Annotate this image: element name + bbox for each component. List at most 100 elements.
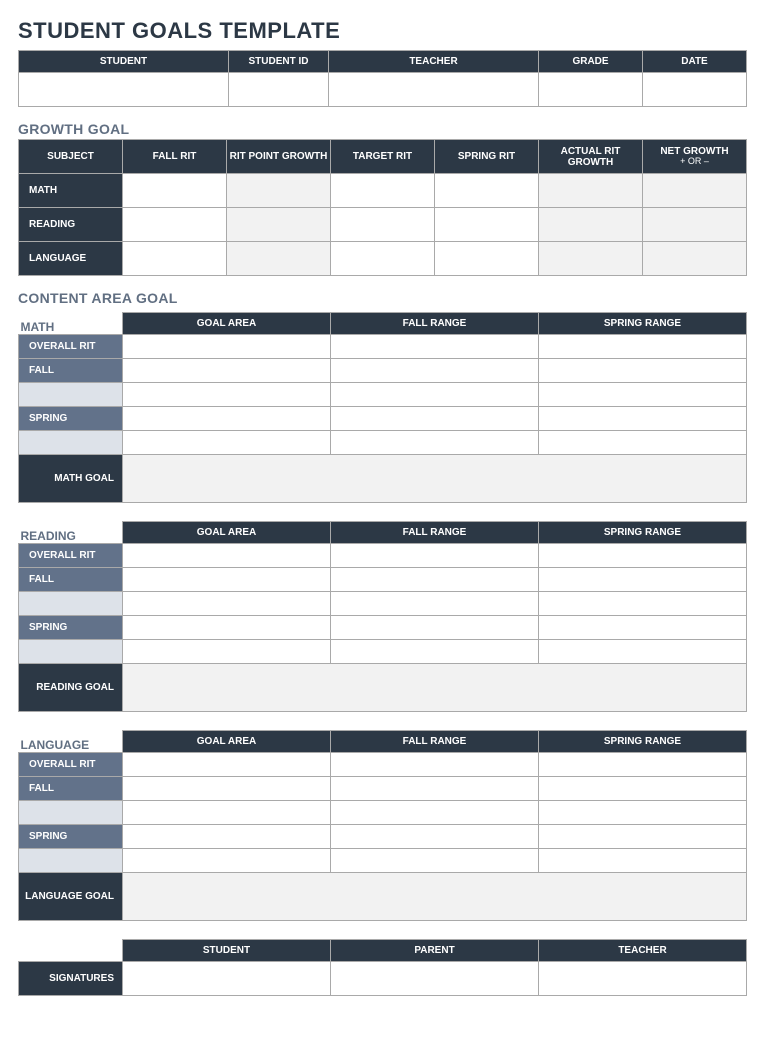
content-goal-cell-language[interactable] [123, 873, 747, 921]
growth-header-spring-rit: SPRING RIT [435, 140, 539, 174]
growth-reading-net-growth[interactable] [643, 208, 747, 242]
content-goal-cell-reading[interactable] [123, 664, 747, 712]
content-rowhead-math-overall: OVERALL RIT [19, 335, 123, 359]
content-row-reading-spring-blank [19, 640, 747, 664]
growth-header-net-growth: NET GROWTH + OR – [643, 140, 747, 174]
growth-reading-target-rit[interactable] [331, 208, 435, 242]
growth-math-fall-rit[interactable] [123, 174, 227, 208]
growth-reading-spring-rit[interactable] [435, 208, 539, 242]
student-input[interactable] [19, 73, 229, 107]
growth-reading-rit-point-growth[interactable] [227, 208, 331, 242]
growth-reading-actual-rit-growth[interactable] [539, 208, 643, 242]
content-cell-language-overall-2[interactable] [539, 753, 747, 777]
content-header-math-0: GOAL AREA [123, 313, 331, 335]
content-cell-math-overall-0[interactable] [123, 335, 331, 359]
growth-language-spring-rit[interactable] [435, 242, 539, 276]
student-id-input[interactable] [229, 73, 329, 107]
content-cell-math-fall-2[interactable] [539, 359, 747, 383]
content-rowhead-language-fall: FALL [19, 777, 123, 801]
content-cell-math-fall-1[interactable] [331, 359, 539, 383]
signature-teacher[interactable] [539, 962, 747, 996]
content-cell-language-overall-1[interactable] [331, 753, 539, 777]
growth-row-reading: READING [19, 208, 747, 242]
content-cell-reading-spring-0[interactable] [123, 616, 331, 640]
content-cell-reading-spring-2[interactable] [539, 616, 747, 640]
growth-math-actual-rit-growth[interactable] [539, 174, 643, 208]
content-cell-reading-overall-1[interactable] [331, 544, 539, 568]
content-cell-math-spring-blank-0[interactable] [123, 431, 331, 455]
content-row-math-spring: SPRING [19, 407, 747, 431]
content-cell-reading-fall-1[interactable] [331, 568, 539, 592]
content-cell-reading-fall-blank-0[interactable] [123, 592, 331, 616]
content-cell-math-fall-blank-1[interactable] [331, 383, 539, 407]
content-cell-reading-fall-blank-1[interactable] [331, 592, 539, 616]
content-header-language-0: GOAL AREA [123, 731, 331, 753]
content-header-reading-1: FALL RANGE [331, 522, 539, 544]
growth-math-spring-rit[interactable] [435, 174, 539, 208]
content-cell-reading-fall-blank-2[interactable] [539, 592, 747, 616]
content-cell-language-spring-1[interactable] [331, 825, 539, 849]
content-goal-cell-math[interactable] [123, 455, 747, 503]
content-row-math-fall: FALL [19, 359, 747, 383]
content-cell-math-fall-blank-2[interactable] [539, 383, 747, 407]
content-header-language-1: FALL RANGE [331, 731, 539, 753]
content-cell-math-fall-0[interactable] [123, 359, 331, 383]
signature-parent[interactable] [331, 962, 539, 996]
growth-language-target-rit[interactable] [331, 242, 435, 276]
growth-language-fall-rit[interactable] [123, 242, 227, 276]
content-cell-reading-spring-blank-2[interactable] [539, 640, 747, 664]
content-cell-reading-fall-0[interactable] [123, 568, 331, 592]
content-header-reading-2: SPRING RANGE [539, 522, 747, 544]
content-cell-language-spring-blank-0[interactable] [123, 849, 331, 873]
content-cell-reading-overall-2[interactable] [539, 544, 747, 568]
growth-language-actual-rit-growth[interactable] [539, 242, 643, 276]
content-subject-reading: READING [19, 522, 123, 544]
content-cell-language-spring-blank-2[interactable] [539, 849, 747, 873]
page-title: STUDENT GOALS TEMPLATE [18, 18, 748, 44]
content-rowhead-math-spring-blank [19, 431, 123, 455]
content-cell-language-spring-0[interactable] [123, 825, 331, 849]
content-row-reading-overall: OVERALL RIT [19, 544, 747, 568]
content-cell-language-spring-blank-1[interactable] [331, 849, 539, 873]
content-rowhead-math-spring: SPRING [19, 407, 123, 431]
date-input[interactable] [643, 73, 747, 107]
growth-row-reading-label: READING [19, 208, 123, 242]
growth-math-net-growth[interactable] [643, 174, 747, 208]
content-rowhead-reading-overall: OVERALL RIT [19, 544, 123, 568]
content-cell-math-overall-2[interactable] [539, 335, 747, 359]
content-cell-language-overall-0[interactable] [123, 753, 331, 777]
content-cell-math-spring-2[interactable] [539, 407, 747, 431]
signature-student[interactable] [123, 962, 331, 996]
growth-reading-fall-rit[interactable] [123, 208, 227, 242]
content-cell-reading-spring-blank-1[interactable] [331, 640, 539, 664]
content-cell-language-fall-2[interactable] [539, 777, 747, 801]
content-cell-language-fall-blank-2[interactable] [539, 801, 747, 825]
content-cell-reading-spring-1[interactable] [331, 616, 539, 640]
teacher-input[interactable] [329, 73, 539, 107]
content-cell-math-overall-1[interactable] [331, 335, 539, 359]
growth-language-net-growth[interactable] [643, 242, 747, 276]
content-cell-language-fall-0[interactable] [123, 777, 331, 801]
content-cell-math-spring-1[interactable] [331, 407, 539, 431]
content-row-language-overall: OVERALL RIT [19, 753, 747, 777]
content-rowhead-language-overall: OVERALL RIT [19, 753, 123, 777]
growth-language-rit-point-growth[interactable] [227, 242, 331, 276]
content-cell-math-spring-blank-2[interactable] [539, 431, 747, 455]
content-row-math-overall: OVERALL RIT [19, 335, 747, 359]
content-rowhead-language-spring-blank [19, 849, 123, 873]
content-cell-language-fall-1[interactable] [331, 777, 539, 801]
growth-math-rit-point-growth[interactable] [227, 174, 331, 208]
grade-input[interactable] [539, 73, 643, 107]
content-cell-language-spring-2[interactable] [539, 825, 747, 849]
content-cell-reading-spring-blank-0[interactable] [123, 640, 331, 664]
student-info-table: STUDENT STUDENT ID TEACHER GRADE DATE [18, 50, 747, 107]
signatures-header-student: STUDENT [123, 940, 331, 962]
content-cell-math-fall-blank-0[interactable] [123, 383, 331, 407]
content-cell-language-fall-blank-0[interactable] [123, 801, 331, 825]
content-cell-reading-fall-2[interactable] [539, 568, 747, 592]
content-cell-language-fall-blank-1[interactable] [331, 801, 539, 825]
content-cell-math-spring-blank-1[interactable] [331, 431, 539, 455]
content-cell-math-spring-0[interactable] [123, 407, 331, 431]
content-cell-reading-overall-0[interactable] [123, 544, 331, 568]
growth-math-target-rit[interactable] [331, 174, 435, 208]
